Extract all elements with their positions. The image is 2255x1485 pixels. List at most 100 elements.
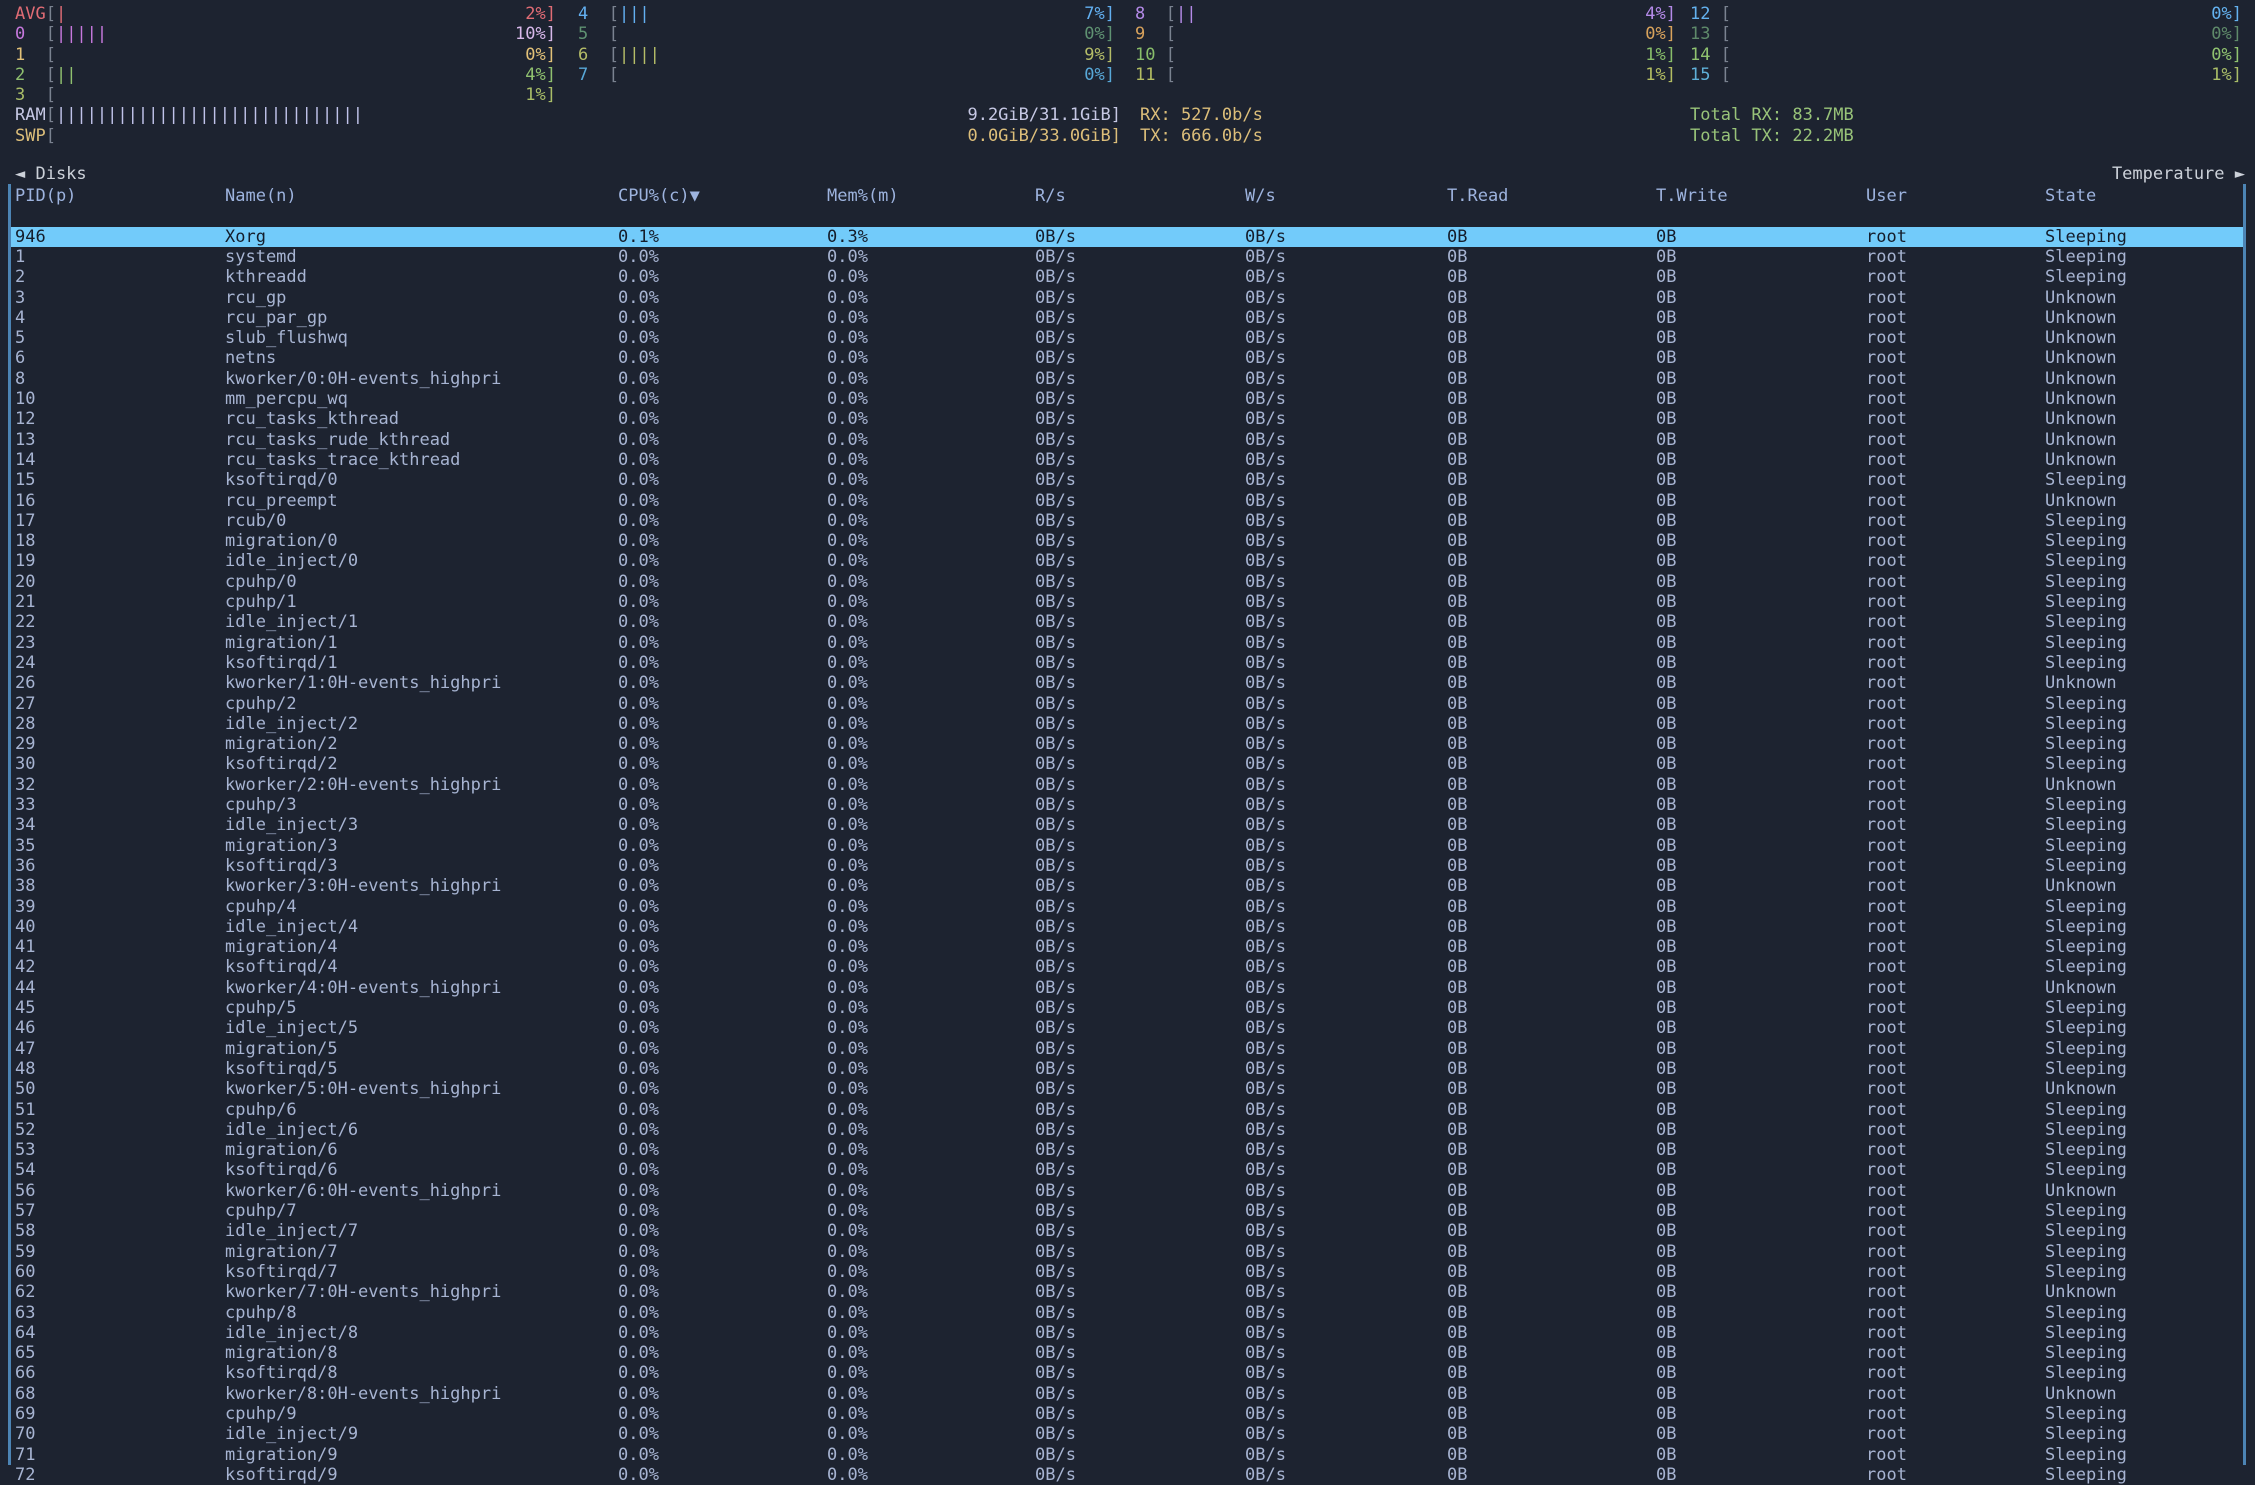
table-row[interactable]: 28 idle_inject/2 0.0% 0.0% 0B/s 0B/s 0B … [0,714,2255,734]
mem-cell: 0.0% [827,1424,868,1444]
table-row[interactable]: 36 ksoftirqd/3 0.0% 0.0% 0B/s 0B/s 0B 0B… [0,856,2255,876]
total-read-cell: 0B [1447,572,1467,592]
table-row[interactable]: 8 kworker/0:0H-events_highpri 0.0% 0.0% … [0,369,2255,389]
table-row[interactable]: 42 ksoftirqd/4 0.0% 0.0% 0B/s 0B/s 0B 0B… [0,957,2255,977]
table-row[interactable]: 56 kworker/6:0H-events_highpri 0.0% 0.0%… [0,1181,2255,1201]
mem-cell: 0.0% [827,389,868,409]
table-row[interactable]: 22 idle_inject/1 0.0% 0.0% 0B/s 0B/s 0B … [0,612,2255,632]
table-row[interactable]: 27 cpuhp/2 0.0% 0.0% 0B/s 0B/s 0B 0B roo… [0,694,2255,714]
table-row[interactable]: 41 migration/4 0.0% 0.0% 0B/s 0B/s 0B 0B… [0,937,2255,957]
pid-cell: 15 [15,470,35,490]
table-row[interactable]: 51 cpuhp/6 0.0% 0.0% 0B/s 0B/s 0B 0B roo… [0,1100,2255,1120]
table-row[interactable]: 946 Xorg 0.1% 0.3% 0B/s 0B/s 0B 0B root … [0,227,2255,247]
user-cell: root [1866,795,1907,815]
table-row[interactable]: 26 kworker/1:0H-events_highpri 0.0% 0.0%… [0,673,2255,693]
table-row[interactable]: 10 mm_percpu_wq 0.0% 0.0% 0B/s 0B/s 0B 0… [0,389,2255,409]
table-row[interactable]: 6 netns 0.0% 0.0% 0B/s 0B/s 0B 0B root U… [0,348,2255,368]
cpu-cell: 0.0% [618,957,659,977]
table-row[interactable]: 33 cpuhp/3 0.0% 0.0% 0B/s 0B/s 0B 0B roo… [0,795,2255,815]
table-row[interactable]: 23 migration/1 0.0% 0.0% 0B/s 0B/s 0B 0B… [0,633,2255,653]
write-per-s-cell: 0B/s [1245,1160,1286,1180]
table-row[interactable]: 16 rcu_preempt 0.0% 0.0% 0B/s 0B/s 0B 0B… [0,491,2255,511]
state-cell: Unknown [2045,348,2117,368]
table-row[interactable]: 58 idle_inject/7 0.0% 0.0% 0B/s 0B/s 0B … [0,1221,2255,1241]
read-per-s-cell: 0B/s [1035,957,1076,977]
total-write-cell: 0B [1656,612,1676,632]
table-row[interactable]: 38 kworker/3:0H-events_highpri 0.0% 0.0%… [0,876,2255,896]
table-row[interactable]: 21 cpuhp/1 0.0% 0.0% 0B/s 0B/s 0B 0B roo… [0,592,2255,612]
table-row[interactable]: 63 cpuhp/8 0.0% 0.0% 0B/s 0B/s 0B 0B roo… [0,1303,2255,1323]
write-per-s-cell: 0B/s [1245,1181,1286,1201]
table-row[interactable]: 48 ksoftirqd/5 0.0% 0.0% 0B/s 0B/s 0B 0B… [0,1059,2255,1079]
name-cell: migration/0 [225,531,338,551]
table-row[interactable]: 24 ksoftirqd/1 0.0% 0.0% 0B/s 0B/s 0B 0B… [0,653,2255,673]
table-row[interactable]: 5 slub_flushwq 0.0% 0.0% 0B/s 0B/s 0B 0B… [0,328,2255,348]
cpu-cell: 0.0% [618,1343,659,1363]
table-row[interactable]: 52 idle_inject/6 0.0% 0.0% 0B/s 0B/s 0B … [0,1120,2255,1140]
table-row[interactable]: 44 kworker/4:0H-events_highpri 0.0% 0.0%… [0,978,2255,998]
cpu-cell: 0.0% [618,1424,659,1444]
table-row[interactable]: 70 idle_inject/9 0.0% 0.0% 0B/s 0B/s 0B … [0,1424,2255,1444]
user-cell: root [1866,1262,1907,1282]
table-row[interactable]: 12 rcu_tasks_kthread 0.0% 0.0% 0B/s 0B/s… [0,409,2255,429]
table-row[interactable]: 59 migration/7 0.0% 0.0% 0B/s 0B/s 0B 0B… [0,1242,2255,1262]
table-row[interactable]: 20 cpuhp/0 0.0% 0.0% 0B/s 0B/s 0B 0B roo… [0,572,2255,592]
table-row[interactable]: 18 migration/0 0.0% 0.0% 0B/s 0B/s 0B 0B… [0,531,2255,551]
table-row[interactable]: 71 migration/9 0.0% 0.0% 0B/s 0B/s 0B 0B… [0,1445,2255,1465]
mem-cell: 0.0% [827,450,868,470]
write-per-s-cell: 0B/s [1245,1323,1286,1343]
name-cell: kworker/5:0H-events_highpri [225,1079,501,1099]
table-row[interactable]: 50 kworker/5:0H-events_highpri 0.0% 0.0%… [0,1079,2255,1099]
total-write-cell: 0B [1656,511,1676,531]
name-cell: cpuhp/1 [225,592,297,612]
table-row[interactable]: 17 rcub/0 0.0% 0.0% 0B/s 0B/s 0B 0B root… [0,511,2255,531]
total-write-cell: 0B [1656,957,1676,977]
table-row[interactable]: 68 kworker/8:0H-events_highpri 0.0% 0.0%… [0,1384,2255,1404]
table-row[interactable]: 64 idle_inject/8 0.0% 0.0% 0B/s 0B/s 0B … [0,1323,2255,1343]
pid-cell: 5 [15,328,25,348]
table-row[interactable]: 35 migration/3 0.0% 0.0% 0B/s 0B/s 0B 0B… [0,836,2255,856]
write-per-s-cell: 0B/s [1245,856,1286,876]
table-row[interactable]: 13 rcu_tasks_rude_kthread 0.0% 0.0% 0B/s… [0,430,2255,450]
table-row[interactable]: 72 ksoftirqd/9 0.0% 0.0% 0B/s 0B/s 0B 0B… [0,1465,2255,1485]
table-row[interactable]: 69 cpuhp/9 0.0% 0.0% 0B/s 0B/s 0B 0B roo… [0,1404,2255,1424]
table-row[interactable]: 3 rcu_gp 0.0% 0.0% 0B/s 0B/s 0B 0B root … [0,288,2255,308]
total-write-cell: 0B [1656,450,1676,470]
write-per-s-cell: 0B/s [1245,1140,1286,1160]
table-row[interactable]: 29 migration/2 0.0% 0.0% 0B/s 0B/s 0B 0B… [0,734,2255,754]
read-per-s-cell: 0B/s [1035,998,1076,1018]
table-row[interactable]: 46 idle_inject/5 0.0% 0.0% 0B/s 0B/s 0B … [0,1018,2255,1038]
table-row[interactable]: 57 cpuhp/7 0.0% 0.0% 0B/s 0B/s 0B 0B roo… [0,1201,2255,1221]
user-cell: root [1866,1140,1907,1160]
table-row[interactable]: 40 idle_inject/4 0.0% 0.0% 0B/s 0B/s 0B … [0,917,2255,937]
table-row[interactable]: 54 ksoftirqd/6 0.0% 0.0% 0B/s 0B/s 0B 0B… [0,1160,2255,1180]
table-row[interactable]: 19 idle_inject/0 0.0% 0.0% 0B/s 0B/s 0B … [0,551,2255,571]
table-row[interactable]: 66 ksoftirqd/8 0.0% 0.0% 0B/s 0B/s 0B 0B… [0,1363,2255,1383]
table-row[interactable]: 39 cpuhp/4 0.0% 0.0% 0B/s 0B/s 0B 0B roo… [0,897,2255,917]
user-cell: root [1866,1100,1907,1120]
table-row[interactable]: 34 idle_inject/3 0.0% 0.0% 0B/s 0B/s 0B … [0,815,2255,835]
write-per-s-cell: 0B/s [1245,1303,1286,1323]
table-row[interactable]: 32 kworker/2:0H-events_highpri 0.0% 0.0%… [0,775,2255,795]
table-row[interactable]: 47 migration/5 0.0% 0.0% 0B/s 0B/s 0B 0B… [0,1039,2255,1059]
pid-cell: 946 [15,227,46,247]
table-row[interactable]: 1 systemd 0.0% 0.0% 0B/s 0B/s 0B 0B root… [0,247,2255,267]
table-row[interactable]: 4 rcu_par_gp 0.0% 0.0% 0B/s 0B/s 0B 0B r… [0,308,2255,328]
table-row[interactable]: 45 cpuhp/5 0.0% 0.0% 0B/s 0B/s 0B 0B roo… [0,998,2255,1018]
write-per-s-cell: 0B/s [1245,430,1286,450]
table-row[interactable]: 14 rcu_tasks_trace_kthread 0.0% 0.0% 0B/… [0,450,2255,470]
table-row[interactable]: 2 kthreadd 0.0% 0.0% 0B/s 0B/s 0B 0B roo… [0,267,2255,287]
cpu-cell: 0.0% [618,937,659,957]
name-cell: cpuhp/0 [225,572,297,592]
total-read-cell: 0B [1447,227,1467,247]
pid-cell: 29 [15,734,35,754]
table-row[interactable]: 65 migration/8 0.0% 0.0% 0B/s 0B/s 0B 0B… [0,1343,2255,1363]
pid-cell: 34 [15,815,35,835]
table-row[interactable]: 60 ksoftirqd/7 0.0% 0.0% 0B/s 0B/s 0B 0B… [0,1262,2255,1282]
table-row[interactable]: 30 ksoftirqd/2 0.0% 0.0% 0B/s 0B/s 0B 0B… [0,754,2255,774]
table-row[interactable]: 62 kworker/7:0H-events_highpri 0.0% 0.0%… [0,1282,2255,1302]
state-cell: Sleeping [2045,592,2127,612]
table-row[interactable]: 15 ksoftirqd/0 0.0% 0.0% 0B/s 0B/s 0B 0B… [0,470,2255,490]
table-row[interactable]: 53 migration/6 0.0% 0.0% 0B/s 0B/s 0B 0B… [0,1140,2255,1160]
total-read-cell: 0B [1447,1323,1467,1343]
